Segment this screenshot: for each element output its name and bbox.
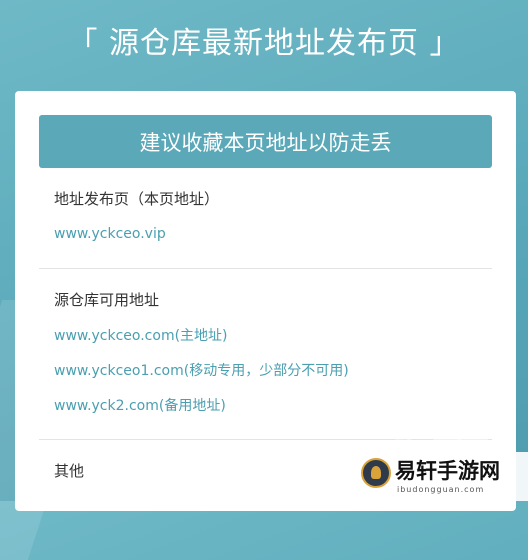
brand-logo-icon (361, 458, 391, 488)
link-main-address[interactable]: www.yckceo.com(主地址) (54, 326, 504, 346)
section-available-addresses: 源仓库可用地址 www.yckceo.com(主地址) www.yckceo1.… (54, 290, 504, 416)
link-mobile-address[interactable]: www.yckceo1.com(移动专用，少部分不可用) (54, 361, 504, 381)
page-title: 「 源仓库最新地址发布页 」 (67, 26, 461, 61)
link-backup-address[interactable]: www.yck2.com(备用地址) (54, 396, 504, 416)
section-publish-page: 地址发布页（本页地址） www.yckceo.vip (54, 189, 504, 244)
divider (39, 268, 492, 269)
brand-watermark: 易轩手游网 ibudongguan.com (357, 452, 528, 501)
section-title: 地址发布页（本页地址） (54, 190, 220, 208)
bookmark-banner: 建议收藏本页地址以防走丢 (39, 115, 492, 168)
section-title: 源仓库可用地址 (54, 291, 160, 309)
brand-domain: ibudongguan.com (397, 485, 485, 494)
brand-name: 易轩手游网 (395, 459, 500, 483)
link-publish-page[interactable]: www.yckceo.vip (54, 224, 504, 244)
